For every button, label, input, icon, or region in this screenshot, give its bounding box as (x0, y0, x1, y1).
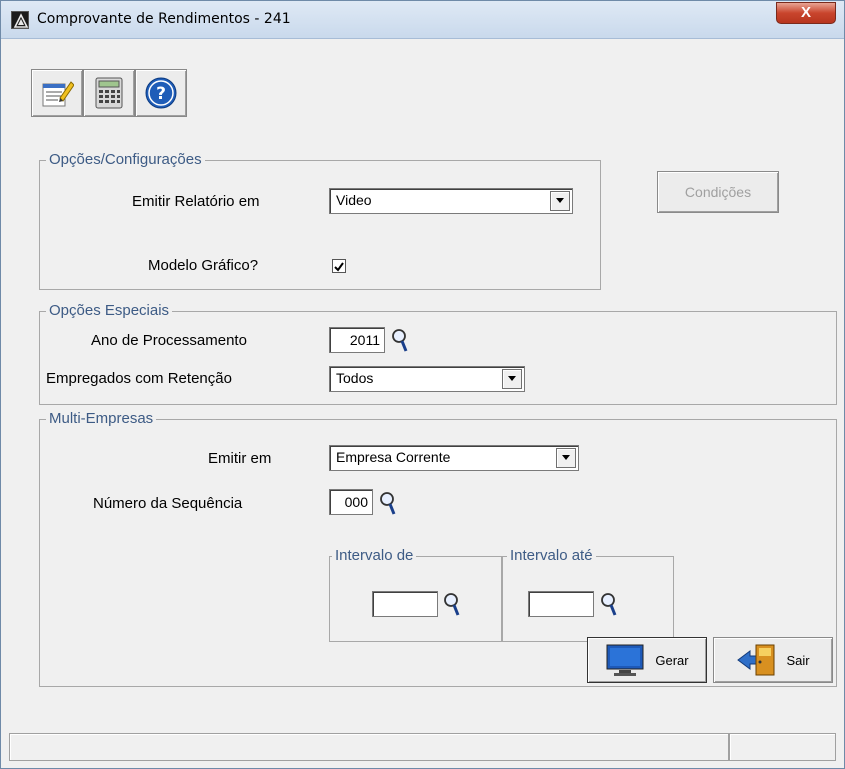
title-bar[interactable]: Comprovante de Rendimentos - 241 X (1, 1, 844, 39)
exit-door-icon (737, 644, 775, 676)
emitir-em-label: Emitir em (208, 450, 272, 467)
toolbar: ? (31, 69, 187, 117)
special-options-group: Opções Especiais Ano de Processamento 20… (39, 302, 837, 405)
magnifier-icon (601, 593, 617, 616)
monitor-icon (606, 644, 644, 676)
close-button[interactable]: X (776, 2, 836, 24)
options-group: Opções/Configurações Emitir Relatório em… (39, 151, 601, 290)
intervalo-de-lookup-button[interactable] (442, 591, 462, 617)
check-icon (334, 262, 344, 272)
dialog-content: ? Opções/Configurações Emitir Relatório … (9, 41, 837, 763)
condicoes-label: Condições (684, 184, 752, 200)
ano-processamento-input[interactable]: 2011 (329, 327, 385, 353)
ano-lookup-button[interactable] (390, 327, 410, 353)
window-title: Comprovante de Rendimentos - 241 (37, 11, 291, 27)
intervalo-ate-input[interactable] (528, 591, 594, 617)
magnifier-icon (380, 492, 396, 515)
intervalo-de-input[interactable] (372, 591, 438, 617)
multi-empresas-legend: Multi-Empresas (46, 410, 157, 427)
special-options-legend: Opções Especiais (46, 302, 173, 319)
empregados-retencao-select[interactable]: Todos (329, 366, 525, 392)
options-legend: Opções/Configurações (46, 151, 205, 168)
help-icon: ? (145, 77, 177, 109)
sequencia-lookup-button[interactable] (378, 490, 398, 516)
gerar-button[interactable]: Gerar (587, 637, 707, 683)
intervalo-ate-legend: Intervalo até (507, 547, 596, 564)
edit-button[interactable] (31, 69, 83, 117)
intervalo-ate-lookup-button[interactable] (599, 591, 619, 617)
sair-button[interactable]: Sair (713, 637, 833, 683)
condicoes-button[interactable]: Condições (657, 171, 779, 213)
chevron-down-icon (556, 448, 576, 468)
calculator-button[interactable] (83, 69, 135, 117)
modelo-grafico-label: Modelo Gráfico? (148, 257, 259, 274)
dialog-window: Comprovante de Rendimentos - 241 X ? Opç… (0, 0, 845, 769)
status-panel-main (9, 733, 729, 761)
numero-sequencia-input[interactable]: 000 (329, 489, 373, 515)
ano-processamento-label: Ano de Processamento (91, 332, 247, 349)
emitir-relatorio-value: Video (336, 192, 372, 208)
gerar-label: Gerar (655, 652, 689, 668)
emitir-relatorio-select[interactable]: Video (329, 188, 573, 214)
app-icon (11, 11, 29, 29)
notepad-edit-icon (42, 81, 74, 107)
close-icon: X (800, 4, 811, 21)
intervalo-de-legend: Intervalo de (332, 547, 417, 564)
emitir-relatorio-label: Emitir Relatório em (132, 193, 260, 210)
chevron-down-icon (502, 369, 522, 389)
magnifier-icon (392, 329, 408, 352)
help-button[interactable]: ? (135, 69, 187, 117)
empregados-retencao-label: Empregados com Retenção (46, 370, 232, 387)
emitir-em-select[interactable]: Empresa Corrente (329, 445, 579, 471)
emitir-em-value: Empresa Corrente (336, 449, 451, 465)
intervalo-ate-group: Intervalo até (502, 547, 674, 642)
numero-sequencia-value: 000 (344, 494, 368, 510)
magnifier-icon (444, 593, 460, 616)
intervalo-de-group: Intervalo de (329, 547, 502, 642)
status-bar (9, 733, 836, 761)
status-panel-secondary (729, 733, 836, 761)
svg-text:?: ? (156, 84, 166, 104)
calculator-icon (95, 77, 123, 109)
empregados-retencao-value: Todos (336, 370, 374, 386)
numero-sequencia-label: Número da Sequência (93, 495, 243, 512)
sair-label: Sair (786, 652, 810, 668)
modelo-grafico-checkbox[interactable] (332, 259, 346, 273)
chevron-down-icon (550, 191, 570, 211)
ano-processamento-value: 2011 (349, 332, 380, 348)
